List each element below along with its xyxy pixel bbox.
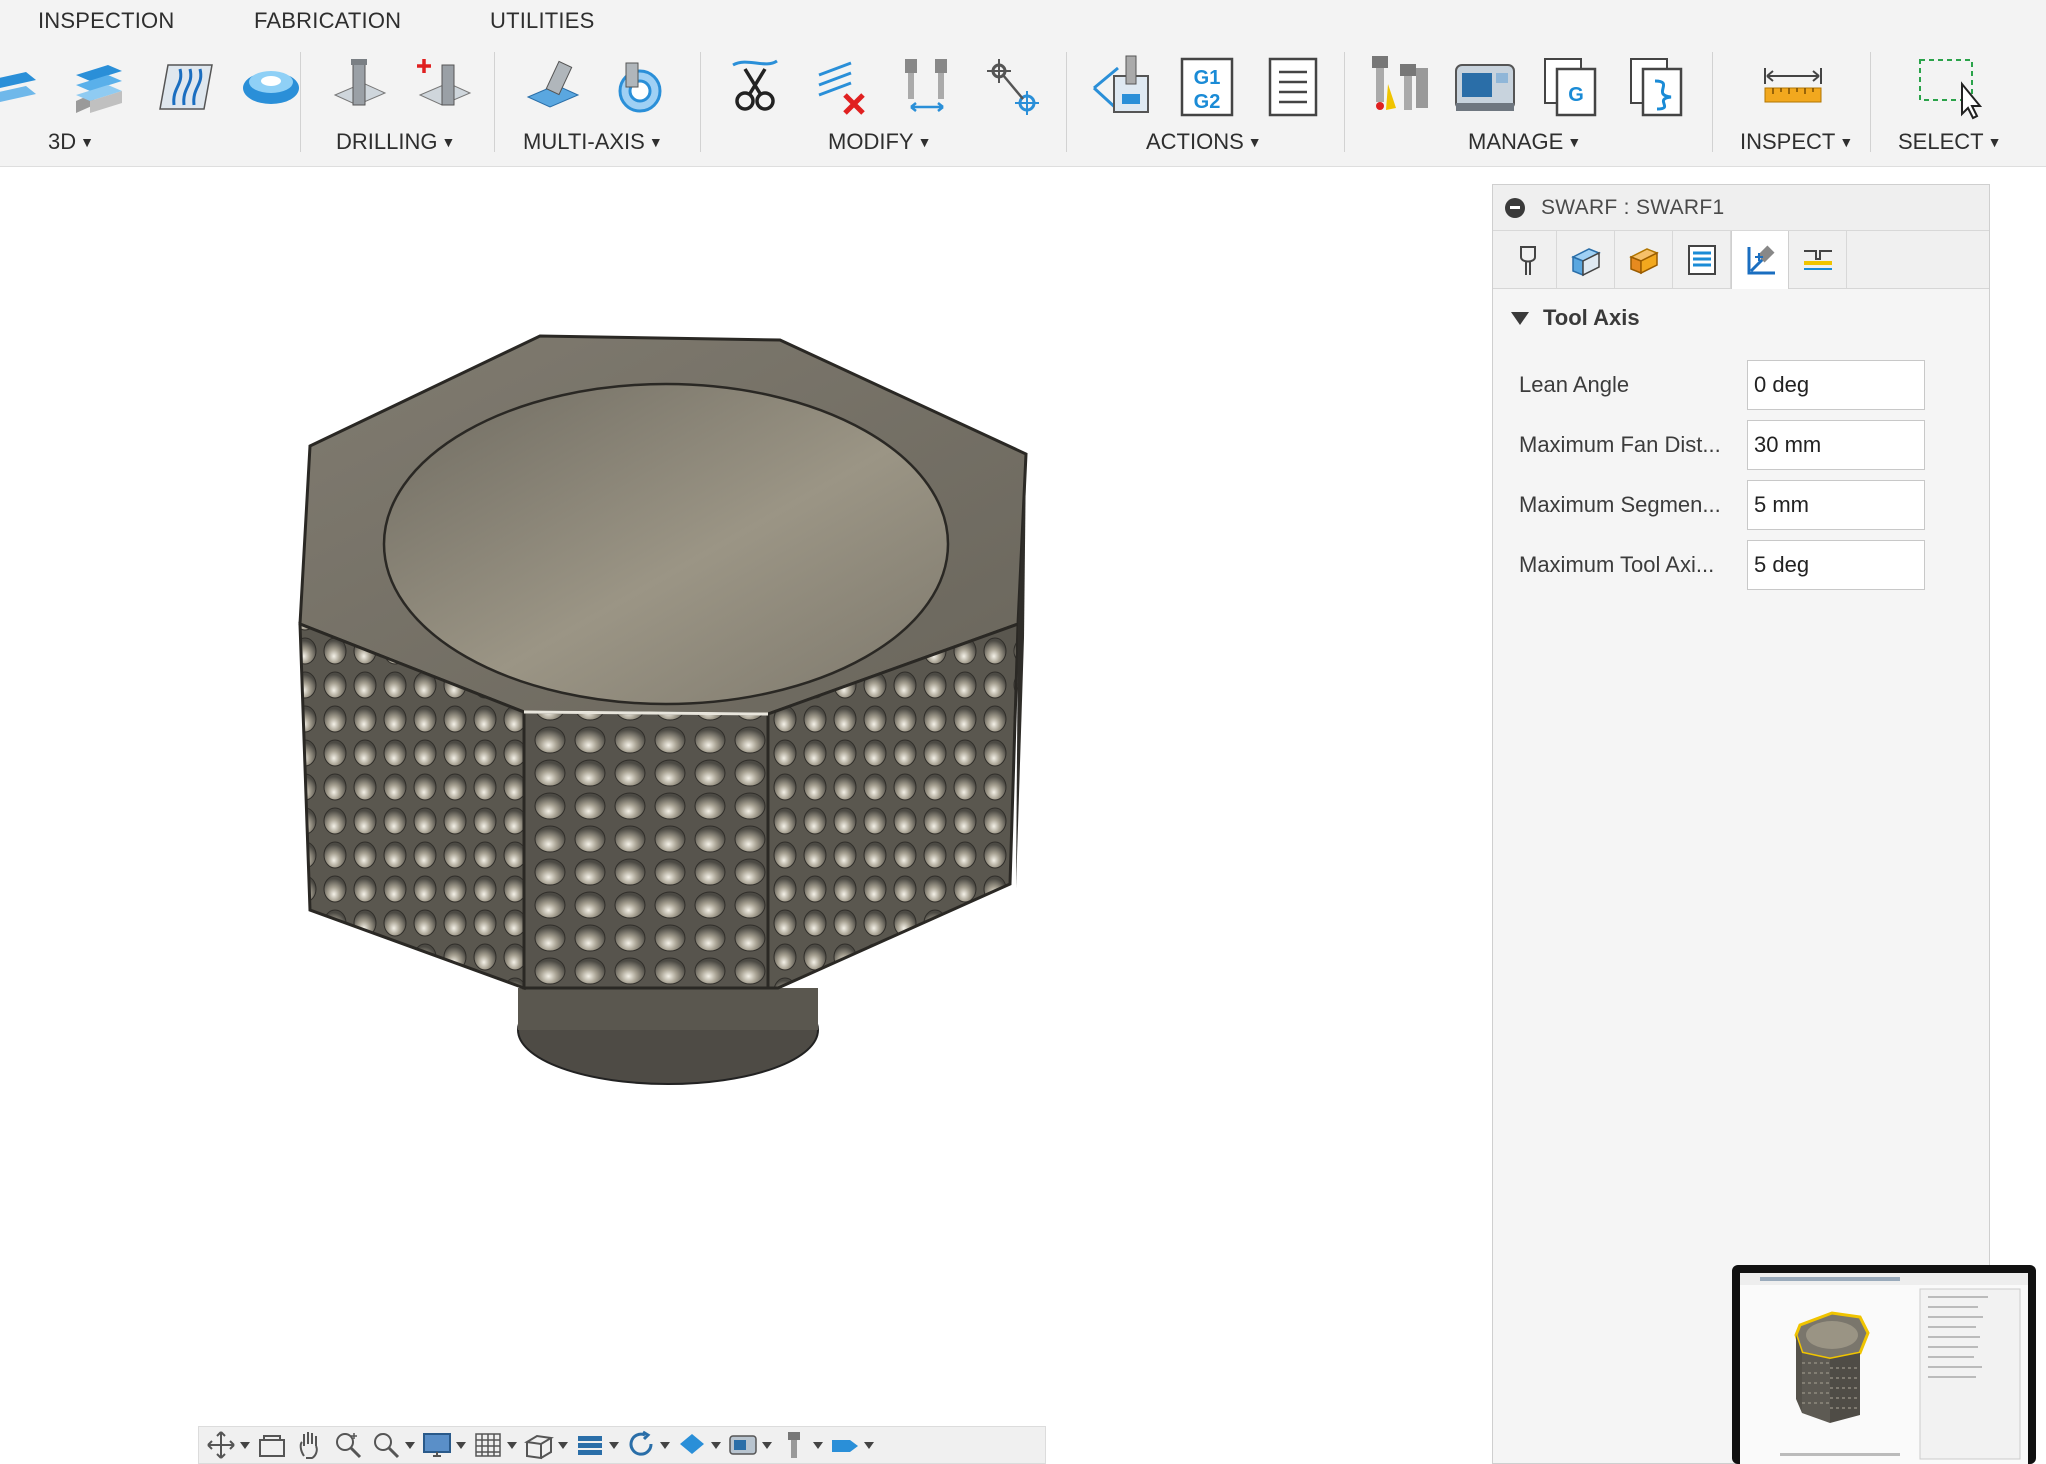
field-label: Maximum Tool Axi...: [1519, 552, 1715, 577]
group-modify-label[interactable]: MODIFY ▼: [828, 129, 931, 155]
tab-fabrication[interactable]: FABRICATION: [254, 8, 401, 34]
measure-icon[interactable]: [1750, 49, 1836, 125]
scallop-icon[interactable]: [142, 49, 228, 125]
group-multiaxis-label[interactable]: MULTI-AXIS ▼: [523, 129, 663, 155]
pocket-clear-icon[interactable]: [228, 49, 314, 125]
group-actions-label[interactable]: ACTIONS ▼: [1146, 129, 1262, 155]
field-max-fan-distance: Maximum Fan Dist...: [1493, 419, 1991, 471]
group-drilling-label[interactable]: DRILLING ▼: [336, 129, 455, 155]
toolbar-separator: [1066, 52, 1067, 152]
thumbnail-screenshot: [1740, 1273, 2028, 1460]
group-manage: G MANAGE ▼: [1356, 45, 1701, 163]
window-select-icon[interactable]: [1906, 49, 1992, 125]
trim-toolpath-icon[interactable]: [712, 49, 798, 125]
zoom-icon[interactable]: [332, 1427, 364, 1463]
orbit-icon[interactable]: [205, 1427, 250, 1463]
group-modify: MODIFY ▼: [712, 45, 1062, 163]
stock-icon[interactable]: [676, 1427, 721, 1463]
thumbnail-preview: [1740, 1273, 2028, 1464]
tab-inspection[interactable]: INSPECTION: [38, 8, 174, 34]
machine-library-icon[interactable]: [1442, 49, 1528, 125]
collapse-triangle-icon: [1511, 311, 1529, 325]
max-segment-length-input[interactable]: [1747, 480, 1925, 530]
points-icon[interactable]: [970, 49, 1056, 125]
tool-library-icon[interactable]: [1356, 49, 1442, 125]
section-title: Tool Axis: [1543, 305, 1640, 330]
group-multiaxis: MULTI-AXIS ▼: [505, 45, 695, 163]
group-manage-label[interactable]: MANAGE ▼: [1468, 129, 1581, 155]
field-label: Lean Angle: [1519, 372, 1630, 397]
canvas-viewport[interactable]: [0, 168, 1492, 1464]
g2-text: G2: [1194, 91, 1221, 113]
viewports-icon[interactable]: [523, 1427, 568, 1463]
pan-icon[interactable]: [294, 1427, 326, 1463]
toolbar-separator: [1712, 52, 1713, 152]
tab-linking-icon[interactable]: [1789, 231, 1847, 288]
panel-title: SWARF : SWARF1: [1541, 195, 1725, 219]
navigation-bar: [198, 1426, 1046, 1464]
g1-text: G1: [1194, 67, 1221, 89]
toolbar-separator: [494, 52, 495, 152]
field-max-tool-axis-change: Maximum Tool Axi...: [1493, 539, 1991, 591]
hole-recognition-icon[interactable]: [402, 49, 488, 125]
drill-icon[interactable]: [316, 49, 402, 125]
group-3d: 3D ▼: [0, 45, 300, 163]
video-thumbnail[interactable]: [1732, 1265, 2036, 1464]
toolbar-separator: [700, 52, 701, 152]
group-3d-label[interactable]: 3D ▼: [48, 129, 94, 155]
group-select-label[interactable]: SELECT ▼: [1898, 129, 2001, 155]
toolbar-separator: [1344, 52, 1345, 152]
tab-geometry-icon[interactable]: [1557, 231, 1615, 288]
panel-header: SWARF : SWARF1: [1493, 185, 1989, 231]
toolbar-separator: [1870, 52, 1871, 152]
group-inspect-label[interactable]: INSPECT ▼: [1740, 129, 1853, 155]
g-text: G: [1568, 84, 1584, 106]
group-select: SELECT ▼: [1880, 45, 2046, 163]
tab-tool-axis-icon[interactable]: [1731, 231, 1789, 289]
field-label: Maximum Fan Dist...: [1519, 432, 1721, 457]
group-actions: G1 G2 ACTIONS ▼: [1078, 45, 1338, 163]
group-inspect: INSPECT ▼: [1720, 45, 1870, 163]
field-label: Maximum Segmen...: [1519, 492, 1721, 517]
simulate-icon[interactable]: [1078, 49, 1164, 125]
rotary-icon[interactable]: [597, 49, 683, 125]
fit-icon[interactable]: [370, 1427, 415, 1463]
toolpath-icon[interactable]: [829, 1427, 874, 1463]
tab-passes-icon[interactable]: [1673, 231, 1731, 288]
tab-utilities[interactable]: UTILITIES: [490, 8, 595, 34]
layers-icon[interactable]: [574, 1427, 619, 1463]
toolbar: INSPECTION FABRICATION UTILITIES 3D ▼ DR…: [0, 0, 2046, 167]
tab-heights-icon[interactable]: [1615, 231, 1673, 288]
panel-tabs: [1493, 231, 1989, 289]
field-lean-angle: Lean Angle: [1493, 359, 1991, 411]
machine-icon[interactable]: [727, 1427, 772, 1463]
contour-icon[interactable]: [56, 49, 142, 125]
max-tool-axis-change-input[interactable]: [1747, 540, 1925, 590]
post-library-icon[interactable]: G: [1528, 49, 1614, 125]
setup-sheet-icon[interactable]: [1250, 49, 1336, 125]
max-fan-distance-input[interactable]: [1747, 420, 1925, 470]
delete-toolpath-icon[interactable]: [798, 49, 884, 125]
template-library-icon[interactable]: [1614, 49, 1700, 125]
lean-angle-input[interactable]: [1747, 360, 1925, 410]
3d-strategy-icon[interactable]: [0, 49, 56, 125]
tool-icon[interactable]: [778, 1427, 823, 1463]
hexagonal-part-model[interactable]: [290, 328, 1030, 1148]
look-at-icon[interactable]: [256, 1427, 288, 1463]
tab-tool-icon[interactable]: [1499, 231, 1557, 288]
refresh-icon[interactable]: [625, 1427, 670, 1463]
section-tool-axis[interactable]: Tool Axis: [1493, 289, 1989, 331]
display-settings-icon[interactable]: [421, 1427, 466, 1463]
grid-icon[interactable]: [472, 1427, 517, 1463]
tool-compare-icon[interactable]: [884, 49, 970, 125]
field-max-segment-length: Maximum Segmen...: [1493, 479, 1991, 531]
group-drilling: DRILLING ▼: [310, 45, 490, 163]
collapse-icon[interactable]: [1505, 197, 1525, 218]
post-process-icon[interactable]: G1 G2: [1164, 49, 1250, 125]
toolbar-separator: [300, 52, 301, 152]
multiaxis-contour-icon[interactable]: [511, 49, 597, 125]
